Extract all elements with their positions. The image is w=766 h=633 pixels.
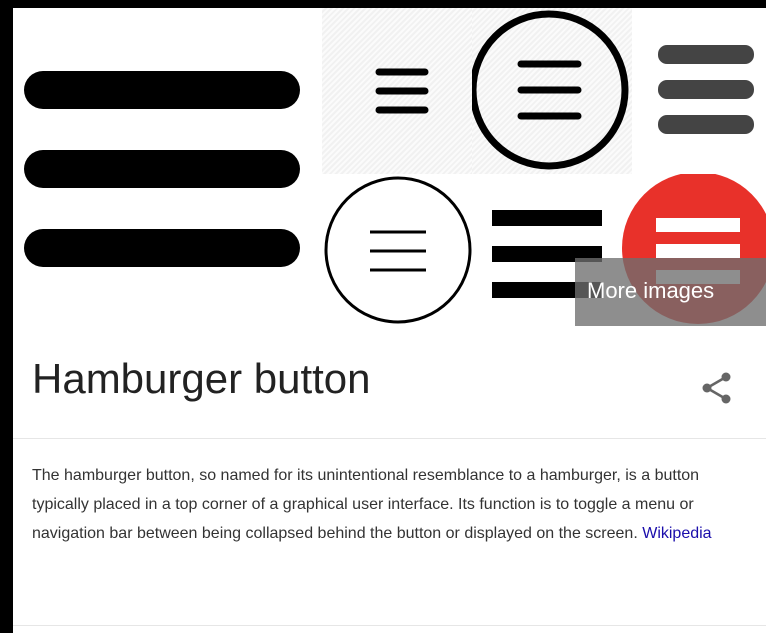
image-thumbnail-bold-bars[interactable] <box>13 8 318 326</box>
hamburger-menu-icon <box>658 45 754 134</box>
share-icon <box>702 372 731 404</box>
description-text: The hamburger button, so named for its u… <box>32 461 752 548</box>
page-title: Hamburger button <box>32 355 371 402</box>
image-thumbnail-gray-bars[interactable] <box>636 8 766 174</box>
image-thumbnail-circle-bars[interactable] <box>472 8 632 174</box>
hamburger-menu-icon <box>24 71 300 267</box>
hamburger-menu-icon <box>472 10 629 170</box>
description-body: The hamburger button, so named for its u… <box>32 467 700 542</box>
hamburger-menu-icon <box>375 68 429 114</box>
image-thumbnail-thin-circle[interactable] <box>322 174 482 326</box>
share-button[interactable] <box>699 370 735 406</box>
more-images-button[interactable]: More images <box>575 258 766 326</box>
title-row: Hamburger button <box>13 326 766 439</box>
divider <box>13 625 766 626</box>
knowledge-panel: More images Hamburger button The hamburg… <box>13 8 766 633</box>
screen-background: More images Hamburger button The hamburg… <box>0 0 766 633</box>
image-thumbnail-small-bars[interactable] <box>322 8 472 174</box>
image-collage: More images <box>13 8 766 326</box>
hamburger-menu-icon <box>324 176 472 324</box>
wikipedia-source-link[interactable]: Wikipedia <box>642 525 711 542</box>
